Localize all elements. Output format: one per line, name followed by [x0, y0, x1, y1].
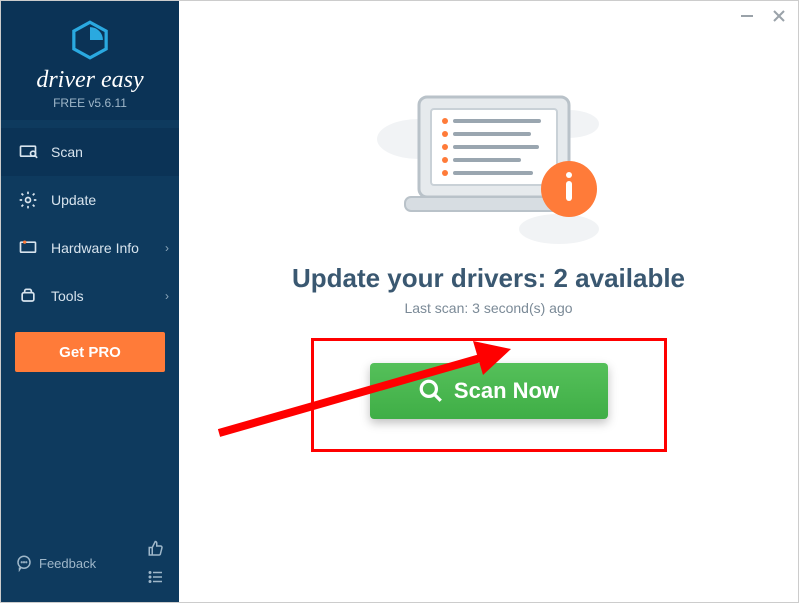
main-panel: Update your drivers: 2 available Last sc…: [179, 1, 798, 602]
last-scan-label: Last scan: 3 second(s) ago: [404, 300, 572, 316]
sidebar: driver easy FREE v5.6.11 Scan: [1, 1, 179, 602]
laptop-illustration: [359, 79, 619, 249]
gear-icon: [17, 189, 39, 211]
logo-block: driver easy FREE v5.6.11: [1, 1, 179, 120]
brand-name: driver easy: [1, 67, 179, 94]
thumbs-up-icon[interactable]: [147, 540, 165, 558]
hardware-icon: [17, 237, 39, 259]
nav: Scan Update Hardware I: [1, 128, 179, 320]
window-controls: [738, 7, 788, 25]
get-pro-button[interactable]: Get PRO: [15, 332, 165, 372]
nav-label-scan: Scan: [51, 144, 83, 160]
nav-item-tools[interactable]: Tools ›: [1, 272, 179, 320]
headline: Update your drivers: 2 available: [292, 263, 685, 294]
menu-list-icon[interactable]: [147, 568, 165, 586]
feedback-label[interactable]: Feedback: [39, 556, 147, 571]
nav-item-update[interactable]: Update: [1, 176, 179, 224]
nav-item-hardware[interactable]: Hardware Info ›: [1, 224, 179, 272]
sidebar-footer: Feedback: [1, 530, 179, 602]
nav-item-scan[interactable]: Scan: [1, 128, 179, 176]
nav-label-hardware: Hardware Info: [51, 240, 139, 256]
scan-now-button[interactable]: Scan Now: [370, 363, 608, 419]
chevron-right-icon: ›: [165, 241, 169, 255]
logo-icon: [69, 19, 111, 61]
nav-label-update: Update: [51, 192, 96, 208]
scan-highlight-box: Scan Now: [311, 338, 667, 452]
scan-icon: [17, 141, 39, 163]
chevron-right-icon: ›: [165, 289, 169, 303]
scan-now-label: Scan Now: [454, 378, 559, 404]
minimize-button[interactable]: [738, 7, 756, 25]
tools-icon: [17, 285, 39, 307]
chat-icon[interactable]: [15, 554, 33, 572]
close-button[interactable]: [770, 7, 788, 25]
nav-label-tools: Tools: [51, 288, 84, 304]
version-label: FREE v5.6.11: [1, 96, 179, 110]
search-icon: [418, 378, 444, 404]
